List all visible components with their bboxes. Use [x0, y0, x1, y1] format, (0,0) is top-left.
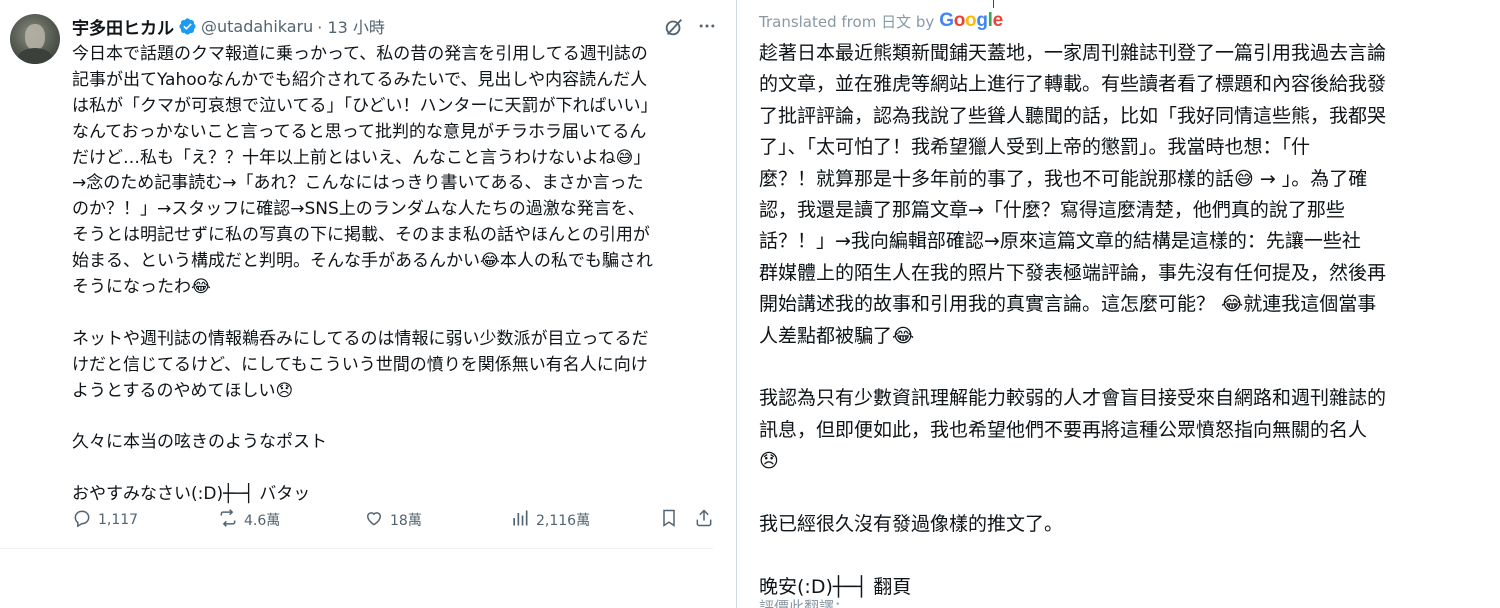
tweet-line: 今日本で話題のクマ報道に乗っかって、私の昔の発言を引用してる週刊誌の [72, 44, 648, 64]
translated-from-label: Translated from 日文 by [759, 12, 935, 31]
tweet-line: そうになったわ😂 [72, 277, 211, 298]
repost-icon [218, 508, 244, 532]
google-logo: Google [939, 10, 1003, 31]
translation-line: 的文章，並在雅虎等網站上進行了轉載。有些讀者看了標題和內容後給我發 [759, 73, 1387, 96]
like-count: 18萬 [390, 513, 422, 529]
translation-blank-line [759, 477, 1494, 508]
avatar[interactable] [10, 14, 60, 64]
timestamp[interactable]: · 13 小時 [317, 14, 385, 38]
views-icon [510, 508, 536, 532]
translation-text: 趁著日本最近熊類新聞鋪天蓋地，一家周刊雜誌刊登了一篇引用我過去言論 的文章，並在… [759, 38, 1494, 603]
translation-line: 了」、「太可怕了！我希望獵人受到上帝的懲罰」。我當時也想：「什 [759, 136, 1311, 159]
share-button[interactable] [694, 508, 720, 532]
repost-button[interactable]: 4.6萬 [218, 508, 280, 532]
translation-attribution: Translated from 日文 by Google [759, 10, 1003, 32]
bookmark-icon [659, 508, 685, 532]
translation-line: 趁著日本最近熊類新聞鋪天蓋地，一家周刊雜誌刊登了一篇引用我過去言論 [759, 42, 1387, 64]
tweet-line: 久々に本当の呟きのようなポスト [72, 432, 327, 453]
tweet-line: ネットや週刊誌の情報鵜呑みにしてるのは情報に弱い少数派が目立ってるだ [72, 328, 649, 349]
translation-line: 麼？！就算那是十多年前的事了，我也不可能說那樣的話😅 → 」。為了確 [759, 167, 1368, 190]
more-icon[interactable] [697, 16, 717, 41]
translation-line: 了批評評論，認為我說了些聳人聽聞的話，比如「我好同情這些熊，我都哭 [759, 104, 1387, 127]
translation-blank-line [759, 352, 1494, 383]
tweet-line: 記事が出てYahooなんかでも紹介されてるみたいで、見出しや内容読んだ人 [72, 69, 648, 90]
tweet-line: ようとするのやめてほしい😞 [72, 380, 294, 401]
share-icon [694, 508, 720, 532]
like-button[interactable]: 18萬 [364, 508, 422, 532]
translation-line: 話？！」→我向編輯部確認→原來這篇文章的結構是這樣的：先讓一些社 [759, 230, 1361, 253]
tweet-line: そうとは明記せずに私の写真の下に掲載、そのまま私の話やほんとの引用が [72, 225, 650, 246]
tweet-line: →念のため記事読む→「あれ？こんなにはっきり書いてある、まさか言った [72, 173, 644, 194]
rate-translation-label[interactable]: 評價此翻譯： [759, 596, 849, 608]
tweet-line: なんておっかないこと言ってると思って批判的な意見がチラホラ届いてるん [72, 121, 647, 142]
tweet-line: は私が「クマが可哀想で泣いてる」「ひどい！ハンターに天罰が下ればいい」 [72, 95, 658, 116]
tweet-actions: 1,117 4.6萬 18萬 2,116萬 [72, 508, 716, 532]
tweet-panel: 宇多田ヒカル @utadahikaru · 13 小時 今日本で話題のクマ報道に… [0, 0, 716, 608]
tweet-line: けだと信じてるけど、にしてもこういう世間の憤りを関係無い有名人に向け [72, 354, 648, 375]
translation-line: 晚安(:D)┼─┤ 翻頁 [759, 575, 912, 598]
cursor-mark [993, 0, 994, 8]
tweet-line: だけど…私も「え？？十年以上前とはいえ、んなこと言うわけないよね😅」 [72, 147, 651, 168]
grok-icon[interactable] [663, 16, 685, 42]
translation-line: 認，我還是讀了那篇文章→「什麼？寫得這麼清楚，他們真的說了那些 [759, 198, 1345, 221]
translation-line: 訊息，但即便如此，我也希望他們不要再將這種公眾憤怒指向無關的名人 [759, 418, 1368, 441]
tweet-header: 宇多田ヒカル @utadahikaru · 13 小時 [72, 14, 385, 39]
translation-panel: Translated from 日文 by Google 趁著日本最近熊類新聞鋪… [737, 0, 1500, 608]
translation-line: 我已經很久沒有發過像樣的推文了。 [759, 512, 1064, 535]
display-name[interactable]: 宇多田ヒカル [72, 14, 174, 39]
translation-line: 人差點都被騙了😂 [759, 324, 915, 347]
reply-button[interactable]: 1,117 [72, 508, 138, 532]
tweet-line: のか？！」→スタッフに確認→SNS上のランダムな人たちの過激な発言を、 [72, 199, 645, 220]
tweet-line: 始まる、という構成だと判明。そんな手があるんかい😂本人の私でも騙され [72, 251, 653, 272]
like-icon [364, 508, 390, 532]
translation-line: 開始講述我的故事和引用我的真實言論。這怎麼可能？ 😂就連我這個當事 [759, 293, 1377, 316]
tweet-divider [0, 548, 713, 549]
reply-icon [72, 508, 98, 532]
translation-line: 😞 [759, 450, 779, 473]
translation-line: 我認為只有少數資訊理解能力較弱的人才會盲目接受來自網路和週刊雜誌的 [759, 387, 1387, 410]
translation-line: 群媒體上的陌生人在我的照片下發表極端評論，事先沒有任何提及，然後再 [759, 261, 1387, 284]
bookmark-button[interactable] [659, 508, 685, 532]
handle[interactable]: @utadahikaru [201, 17, 313, 36]
verified-badge-icon [178, 17, 197, 36]
views-button[interactable]: 2,116萬 [510, 508, 590, 532]
tweet-line: おやすみなさい(:D)┼─┤ バタッ [72, 484, 311, 505]
repost-count: 4.6萬 [244, 513, 281, 529]
views-count: 2,116萬 [536, 513, 591, 529]
tweet-text: 今日本で話題のクマ報道に乗っかって、私の昔の発言を引用してる週刊誌の 記事が出て… [72, 42, 708, 508]
reply-count: 1,117 [98, 512, 139, 528]
translation-blank-line [759, 540, 1494, 571]
